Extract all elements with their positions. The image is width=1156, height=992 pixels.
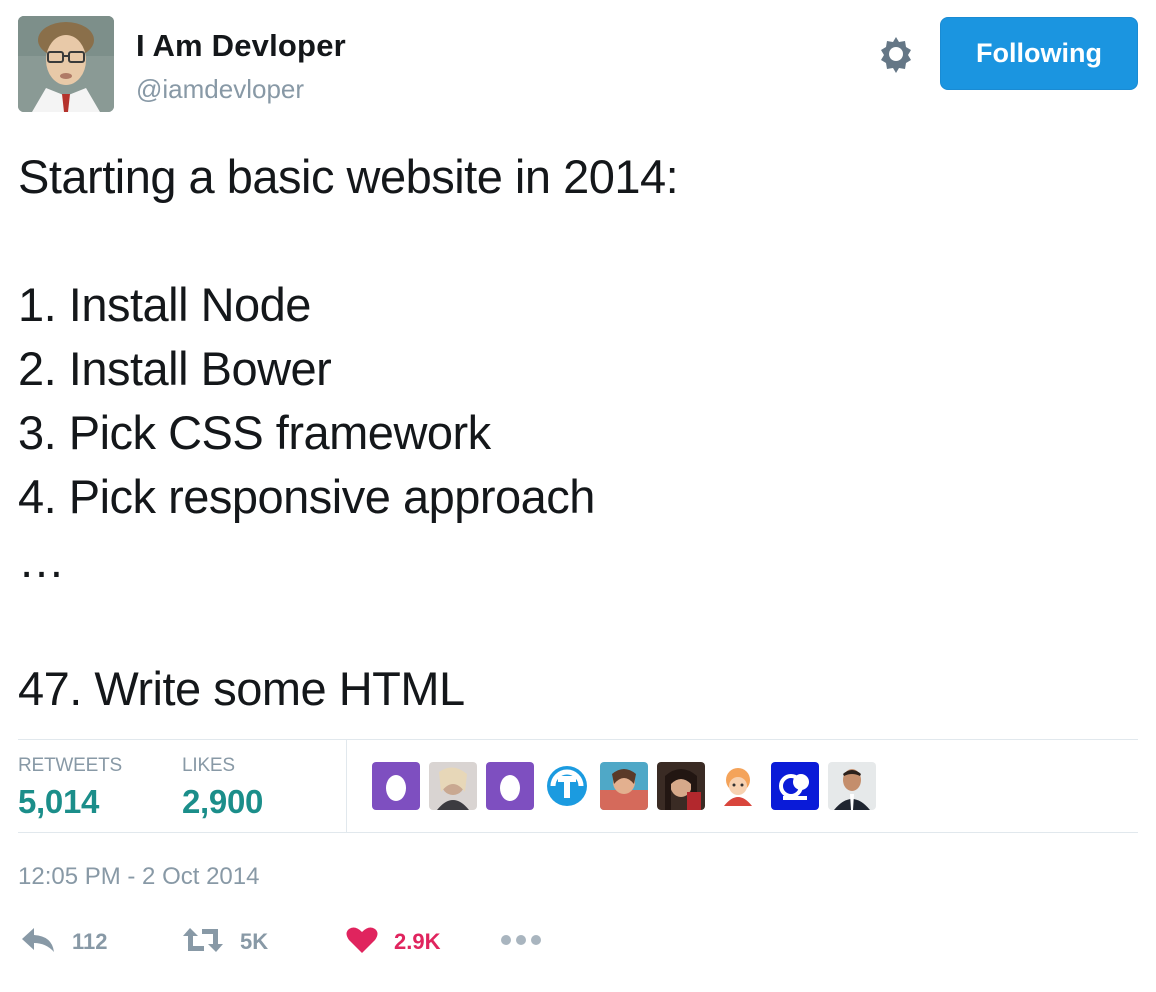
retweets-label[interactable]: RETWEETS	[18, 755, 122, 777]
tweet-text: Starting a basic website in 2014: 1. Ins…	[18, 145, 1138, 721]
tweet-line: Starting a basic website in 2014:	[18, 150, 679, 203]
cartoon-avatar[interactable]	[714, 762, 762, 810]
retweets-count[interactable]: 5,014	[18, 783, 99, 821]
following-button[interactable]: Following	[940, 17, 1138, 90]
tweet-line: 3. Pick CSS framework	[18, 406, 491, 459]
tweet-line	[18, 593, 1138, 657]
divider	[18, 832, 1138, 833]
tweet-line: 1. Install Node	[18, 278, 311, 331]
display-name[interactable]: I Am Devloper	[136, 28, 346, 64]
heart-icon	[346, 926, 378, 959]
retweet-button[interactable]: 5K	[182, 922, 268, 962]
likes-count[interactable]: 2,900	[182, 783, 263, 821]
like-button[interactable]: 2.9K	[346, 922, 440, 962]
reply-count: 112	[72, 929, 108, 954]
user-handle[interactable]: @iamdevloper	[136, 74, 304, 105]
retweet-count: 5K	[240, 929, 269, 954]
user-avatar[interactable]	[657, 762, 705, 810]
user-avatar[interactable]	[429, 762, 477, 810]
logo-avatar[interactable]	[543, 762, 591, 810]
retweet-icon	[182, 926, 224, 959]
stats-separator	[346, 740, 347, 832]
egg-avatar[interactable]	[486, 762, 534, 810]
tweet-timestamp[interactable]: 12:05 PM - 2 Oct 2014	[18, 863, 259, 891]
likes-label[interactable]: LIKES	[182, 755, 235, 777]
tweet-line	[18, 209, 1138, 273]
reply-icon	[20, 926, 56, 959]
tweet-line: …	[18, 534, 65, 587]
tweet-line: 47. Write some HTML	[18, 662, 465, 715]
divider	[18, 739, 1138, 740]
more-button[interactable]	[500, 922, 542, 962]
profile-avatar[interactable]	[18, 16, 114, 112]
likers-avatars	[372, 762, 876, 810]
logo-avatar[interactable]	[771, 762, 819, 810]
user-avatar[interactable]	[828, 762, 876, 810]
like-count: 2.9K	[394, 929, 441, 954]
tweet-line: 2. Install Bower	[18, 342, 332, 395]
more-icon	[500, 933, 542, 952]
user-avatar[interactable]	[600, 762, 648, 810]
tweet-line: 4. Pick responsive approach	[18, 470, 595, 523]
egg-avatar[interactable]	[372, 762, 420, 810]
reply-button[interactable]: 112	[20, 922, 108, 962]
gear-icon[interactable]	[876, 34, 916, 74]
